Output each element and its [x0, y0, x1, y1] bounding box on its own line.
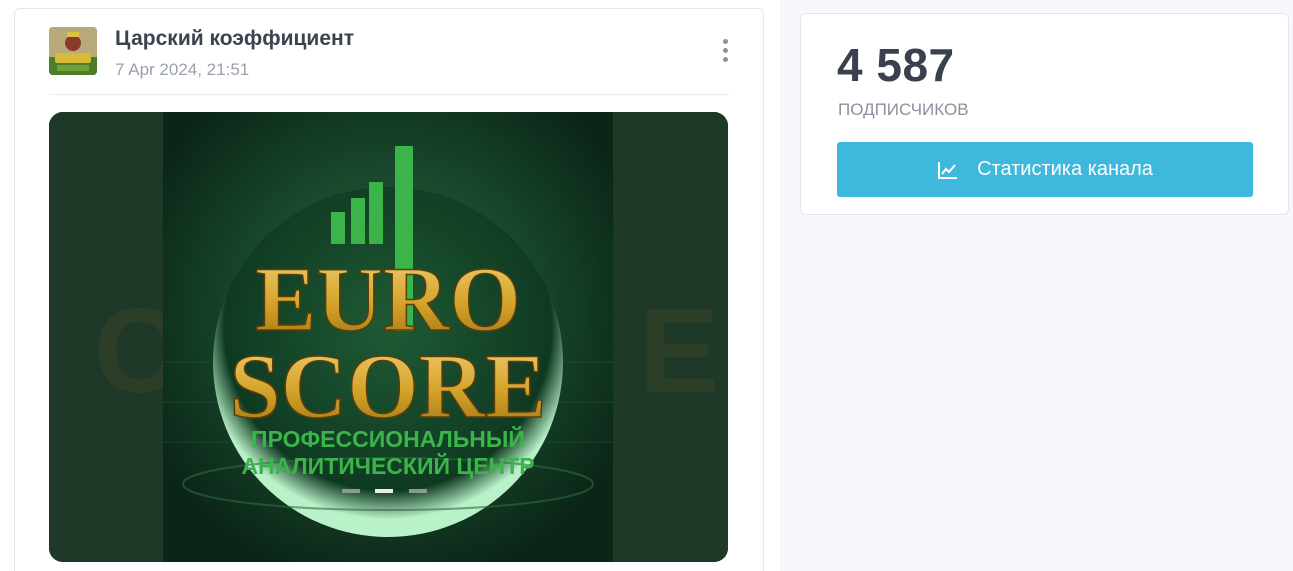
brand-line2: SCORE: [230, 335, 547, 437]
channel-stats-button-label: Статистика канала: [977, 158, 1153, 180]
line-chart-icon: [938, 161, 958, 179]
channel-stats-button[interactable]: Статистика канала: [837, 142, 1253, 197]
svg-text:E: E: [639, 284, 719, 418]
tagline-line1: ПРОФЕССИОНАЛЬНЫЙ: [251, 425, 525, 452]
post-image[interactable]: C E EURO SCORE ПРОФЕССИОНАЛЬНЫЙ АНАЛИТИЧ…: [49, 112, 728, 562]
post-card: Царский коэффициент 7 Apr 2024, 21:51 C …: [14, 8, 764, 571]
subscribers-label: ПОДПИСЧИКОВ: [838, 100, 969, 119]
subscribers-count: 4 587: [837, 39, 955, 91]
channel-stats-card: 4 587 ПОДПИСЧИКОВ Статистика канала: [800, 13, 1289, 215]
channel-name[interactable]: Царский коэффициент: [115, 27, 354, 51]
channel-avatar[interactable]: [49, 27, 97, 75]
more-vertical-icon[interactable]: [721, 39, 729, 65]
post-date: 7 Apr 2024, 21:51: [115, 60, 250, 79]
post-header: Царский коэффициент 7 Apr 2024, 21:51: [49, 27, 729, 95]
tagline-line2: АНАЛИТИЧЕСКИЙ ЦЕНТР: [241, 452, 534, 479]
